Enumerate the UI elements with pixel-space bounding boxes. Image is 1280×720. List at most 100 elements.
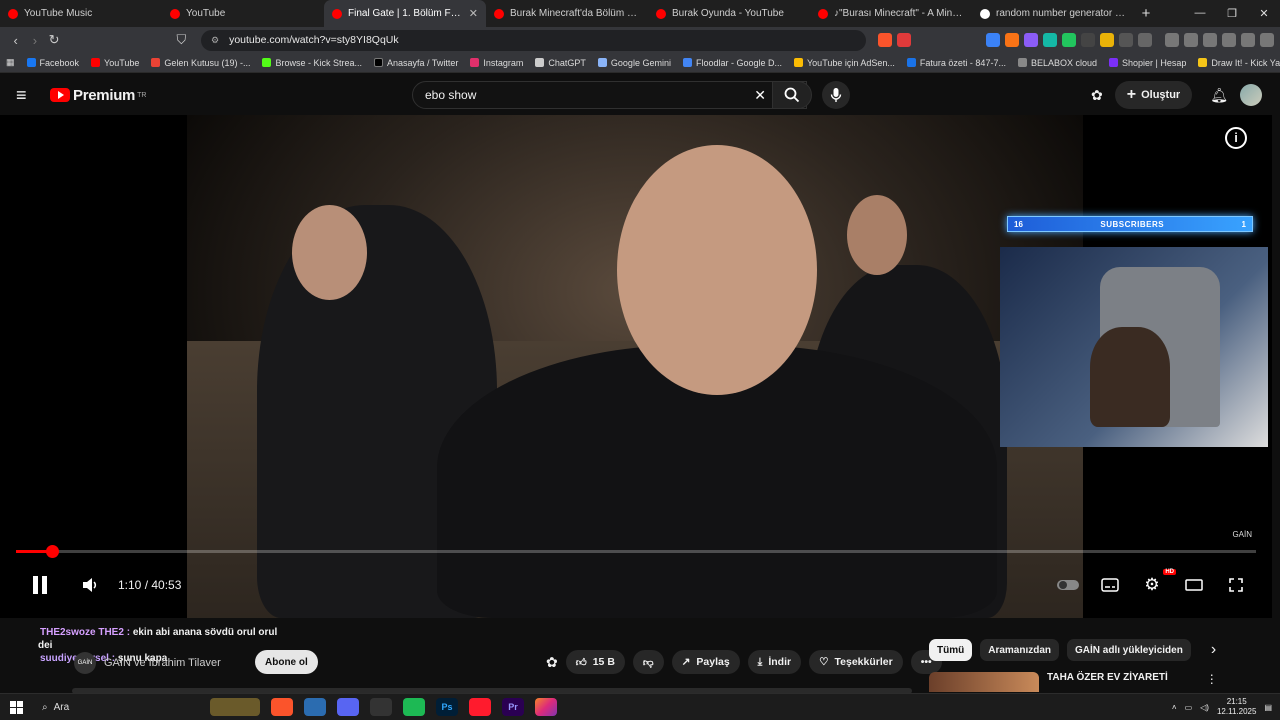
voice-search-button[interactable] <box>822 81 850 109</box>
bookmark-item[interactable]: Gelen Kutusu (19) -... <box>151 58 250 68</box>
bookmark-item[interactable]: YouTube için AdSen... <box>794 58 895 68</box>
bookmark-item[interactable]: Anasayfa / Twitter <box>374 58 458 68</box>
chip-from-uploader[interactable]: GAİN adlı yükleyiciden <box>1067 639 1191 661</box>
bookmark-item[interactable]: Floodlar - Google D... <box>682 58 782 68</box>
extension-icon[interactable] <box>1023 33 1038 47</box>
extension-icon[interactable] <box>1099 33 1114 47</box>
new-tab-button[interactable]: + <box>1134 5 1158 22</box>
chip-all[interactable]: Tümü <box>929 639 973 661</box>
bookmark-item[interactable]: Shopier | Hesap <box>1109 58 1186 68</box>
menu-icon[interactable] <box>1259 33 1274 47</box>
speaker-icon[interactable]: ◁) <box>1200 703 1209 712</box>
chip-from-search[interactable]: Aramanızdan <box>980 639 1060 661</box>
extension-icon[interactable] <box>1080 33 1095 47</box>
thanks-icon[interactable]: ✿ <box>546 654 558 671</box>
channel-avatar[interactable]: GAİN <box>74 652 96 674</box>
notification-icon[interactable]: ▤ <box>1264 703 1272 712</box>
thanks-icon[interactable]: ✿ <box>1091 87 1103 104</box>
channel-info[interactable]: GAİN GAİN ve İbrahim Tilaver <box>74 652 221 674</box>
download-button[interactable]: ⤓ İndir <box>747 650 802 674</box>
progress-scrubber[interactable] <box>45 545 59 558</box>
theater-mode-button[interactable] <box>1176 567 1212 603</box>
bookmark-item[interactable]: Fatura özeti - 847-7... <box>906 58 1006 68</box>
youtube-premium-logo[interactable]: Premium TR <box>50 87 146 104</box>
bookmark-item[interactable]: Browse - Kick Strea... <box>262 58 362 68</box>
progress-bar[interactable] <box>16 545 1256 558</box>
widget-icon[interactable] <box>210 698 260 716</box>
spotify-icon[interactable] <box>403 698 425 716</box>
start-button[interactable] <box>0 700 32 714</box>
obs-icon[interactable] <box>370 698 392 716</box>
tab-burasi-minecraft[interactable]: ♪"Burası Minecraft" - A Minecraft Or <box>810 0 972 27</box>
create-button[interactable]: + Oluştur <box>1114 81 1193 109</box>
chevron-up-icon[interactable]: ˄ <box>1172 703 1177 712</box>
tab-random-number[interactable]: random number generator - Google <box>972 0 1134 27</box>
sidebar-icon[interactable] <box>1183 33 1198 47</box>
share-button[interactable]: ↗ Paylaş <box>671 650 740 674</box>
more-vert-icon[interactable]: ⋮ <box>1206 672 1218 692</box>
close-tab-icon[interactable]: ✕ <box>469 7 478 20</box>
bookmark-item[interactable]: Google Gemini <box>597 58 671 68</box>
volume-button[interactable] <box>72 567 108 603</box>
extension-icon[interactable] <box>1042 33 1057 47</box>
tab-youtube-music[interactable]: YouTube Music <box>0 0 162 27</box>
extension-icon[interactable] <box>985 33 1000 47</box>
media-icon[interactable] <box>1164 33 1179 47</box>
brave-rewards-icon[interactable] <box>896 33 911 47</box>
instagram-icon[interactable] <box>535 698 557 716</box>
tab-youtube[interactable]: YouTube <box>162 0 324 27</box>
bookmark-item[interactable]: Draw It! - Kick Yayın... <box>1198 58 1280 68</box>
account-avatar[interactable] <box>1240 84 1262 106</box>
forward-icon[interactable]: › <box>25 33 44 48</box>
bookmark-item[interactable]: YouTube <box>91 58 139 68</box>
search-button[interactable] <box>772 81 812 109</box>
back-icon[interactable]: ‹ <box>6 33 25 48</box>
discord-icon[interactable] <box>337 698 359 716</box>
vpn-icon[interactable] <box>1240 33 1255 47</box>
profile-icon[interactable] <box>1221 33 1236 47</box>
url-field[interactable]: ⚙ youtube.com/watch?v=sty8YI8QqUk <box>201 29 866 51</box>
close-window-icon[interactable]: ✕ <box>1248 7 1280 20</box>
thanks-button[interactable]: ♡ Teşekkürler <box>809 650 903 674</box>
subscribe-button[interactable]: Abone ol <box>255 650 318 674</box>
notifications-bell-icon[interactable]: 🔔︎ <box>1210 87 1228 104</box>
minimize-icon[interactable]: — <box>1184 7 1216 20</box>
search-input[interactable]: ebo show ✕ <box>412 81 807 109</box>
extension-icon[interactable] <box>1061 33 1076 47</box>
bookmark-item[interactable]: Facebook <box>26 58 79 68</box>
network-icon[interactable]: ▭ <box>1185 703 1193 712</box>
video-player[interactable]: 16 SUBSCRIBERS 1 i GAİN 1:10 / 40:53 ⚙ H… <box>0 115 1272 618</box>
clock[interactable]: 21:15 12.11.2025 <box>1217 697 1256 717</box>
reload-icon[interactable]: ↻ <box>45 32 64 48</box>
dislike-button[interactable]: 👎︎ <box>632 650 664 674</box>
extension-icon[interactable] <box>1137 33 1152 47</box>
opera-icon[interactable] <box>469 698 491 716</box>
tab-final-gate[interactable]: Final Gate | 1. Bölüm Full İzle✕ <box>324 0 486 27</box>
restore-icon[interactable]: ❐ <box>1216 7 1248 20</box>
hamburger-menu-icon[interactable]: ≡ <box>16 85 36 106</box>
apps-icon[interactable]: ▦ <box>6 57 15 68</box>
tab-burak-minecraft[interactable]: Burak Minecraft'da Bölüm 1 - Bu <box>486 0 648 27</box>
clear-search-icon[interactable]: ✕ <box>754 87 766 104</box>
premiere-icon[interactable]: Pr <box>502 698 524 716</box>
video-thumbnail[interactable] <box>929 672 1039 692</box>
brave-icon[interactable] <box>271 698 293 716</box>
fullscreen-button[interactable] <box>1218 567 1254 603</box>
info-icon[interactable]: i <box>1225 127 1247 149</box>
taskbar-search[interactable]: ⌕ Ara <box>34 697 174 718</box>
bookmark-icon[interactable]: ⛉ <box>172 32 191 48</box>
bookmark-item[interactable]: BELABOX cloud <box>1017 58 1097 68</box>
autoplay-toggle[interactable] <box>1050 567 1086 603</box>
brave-shield-icon[interactable] <box>877 33 892 47</box>
photoshop-icon[interactable]: Ps <box>436 698 458 716</box>
bookmark-item[interactable]: ChatGPT <box>535 58 586 68</box>
chevron-right-icon[interactable]: › <box>1211 641 1216 659</box>
subtitles-button[interactable] <box>1092 567 1128 603</box>
pause-button[interactable] <box>22 567 58 603</box>
recommended-video[interactable]: TAHA ÖZER EV ZİYARETİ ⋮ <box>929 672 1218 692</box>
like-button[interactable]: 👍︎ 15 B <box>565 650 625 674</box>
site-info-icon[interactable]: ⚙ <box>211 35 219 46</box>
wallet-icon[interactable] <box>1202 33 1217 47</box>
app-icon[interactable] <box>304 698 326 716</box>
puzzle-icon[interactable] <box>1118 33 1133 47</box>
